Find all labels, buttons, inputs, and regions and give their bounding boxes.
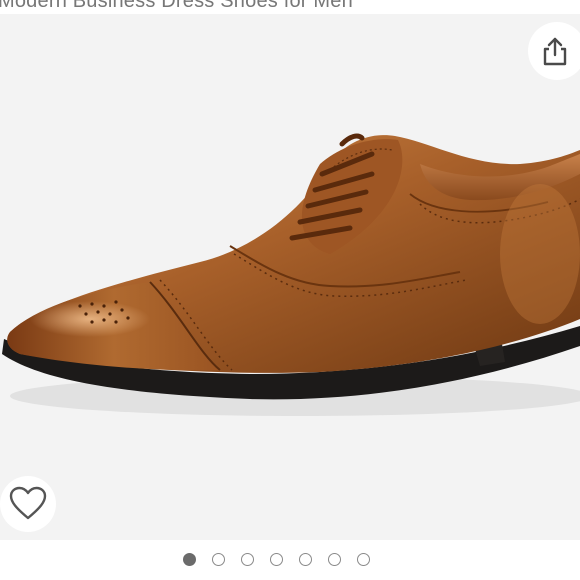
product-image	[2, 133, 580, 416]
heart-outline-icon	[9, 486, 47, 520]
image-pager	[0, 540, 580, 580]
product-title: Modern Business Dress Shoes for Men	[0, 0, 353, 12]
share-icon	[543, 37, 567, 66]
pager-dot[interactable]	[183, 553, 196, 566]
share-button[interactable]	[528, 22, 580, 80]
pager-dot[interactable]	[241, 553, 254, 566]
title-strip: Modern Business Dress Shoes for Men	[0, 0, 580, 14]
pager-dots	[183, 553, 370, 566]
pager-dot[interactable]	[328, 553, 341, 566]
pager-dot[interactable]	[270, 553, 283, 566]
pager-dot[interactable]	[299, 553, 312, 566]
pager-dot[interactable]	[357, 553, 370, 566]
image-viewer[interactable]	[0, 14, 580, 540]
pager-dot[interactable]	[212, 553, 225, 566]
favorite-button[interactable]	[0, 476, 56, 532]
